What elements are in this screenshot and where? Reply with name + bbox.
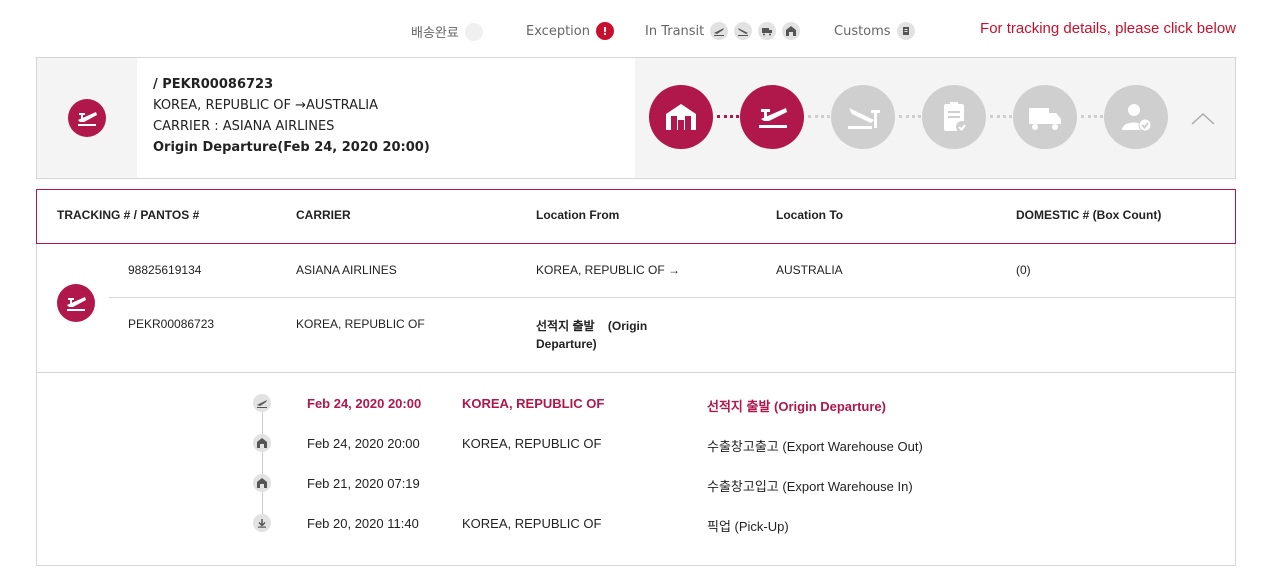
row1-location-to: AUSTRALIA bbox=[776, 263, 843, 277]
legend-in-transit-label: In Transit bbox=[645, 23, 705, 39]
warehouse-icon bbox=[253, 434, 271, 452]
table-header: TRACKING # / PANTOS # CARRIER Location F… bbox=[36, 189, 1236, 244]
section-divider bbox=[37, 372, 1235, 373]
row2-status-line2: Departure) bbox=[536, 337, 597, 351]
truck-icon bbox=[758, 22, 777, 40]
header-domestic: DOMESTIC # (Box Count) bbox=[1016, 208, 1162, 222]
row1-tracking[interactable]: 98825619134 bbox=[128, 263, 201, 277]
summary-carrier: CARRIER : ASIANA AIRLINES bbox=[153, 119, 335, 134]
row2-location: KOREA, REPUBLIC OF bbox=[296, 317, 425, 331]
customs-icon bbox=[896, 22, 915, 40]
legend-exception-label: Exception bbox=[526, 23, 590, 39]
legend-delivered-label: 배송완료 bbox=[411, 26, 459, 41]
plane-arrival-icon bbox=[734, 22, 753, 40]
plane-departure-icon bbox=[710, 22, 729, 40]
tracking-details-link[interactable]: For tracking details, please click below bbox=[980, 20, 1236, 37]
timeline-line bbox=[262, 412, 263, 522]
collapse-chevron-up-icon[interactable] bbox=[1189, 108, 1217, 128]
step-received-icon bbox=[1104, 85, 1168, 149]
step-connector bbox=[717, 115, 739, 119]
timeline-event: 수출창고입고 (Export Warehouse In) bbox=[707, 479, 913, 494]
shipment-summary[interactable]: / PEKR00086723 KOREA, REPUBLIC OF →AUSTR… bbox=[36, 57, 1236, 179]
plane-icon bbox=[253, 394, 271, 412]
step-delivery-icon bbox=[1013, 85, 1077, 149]
header-carrier: CARRIER bbox=[296, 208, 351, 222]
header-tracking: TRACKING # / PANTOS # bbox=[57, 208, 200, 222]
timeline-date: Feb 20, 2020 11:40 bbox=[307, 516, 419, 531]
header-location-to: Location To bbox=[776, 208, 844, 222]
step-arrival-icon bbox=[831, 85, 895, 149]
step-connector bbox=[899, 115, 921, 119]
step-connector bbox=[808, 115, 830, 119]
legend-delivered: 배송완료 bbox=[411, 22, 483, 41]
row1-carrier: ASIANA AIRLINES bbox=[296, 263, 397, 277]
summary-info: / PEKR00086723 KOREA, REPUBLIC OF →AUSTR… bbox=[137, 58, 635, 178]
timeline-date: Feb 24, 2020 20:00 bbox=[307, 436, 420, 451]
row2-pantos[interactable]: PEKR00086723 bbox=[128, 317, 214, 331]
plane-departure-icon bbox=[57, 284, 95, 322]
warehouse-icon bbox=[253, 474, 271, 492]
pickup-icon bbox=[253, 514, 271, 532]
row1-domestic: (0) bbox=[1016, 263, 1031, 277]
row-divider bbox=[109, 297, 1236, 298]
step-warehouse-icon bbox=[649, 85, 713, 149]
timeline-date: Feb 21, 2020 07:19 bbox=[307, 476, 420, 491]
legend-customs: Customs bbox=[834, 22, 915, 40]
progress-steps bbox=[649, 85, 1179, 151]
timeline-location: KOREA, REPUBLIC OF bbox=[462, 396, 605, 411]
timeline-date: Feb 24, 2020 20:00 bbox=[307, 396, 422, 411]
row1-location-from: KOREA, REPUBLIC OF → bbox=[536, 263, 681, 277]
summary-route: KOREA, REPUBLIC OF →AUSTRALIA bbox=[153, 98, 378, 113]
timeline-event: 선적지 출발 (Origin Departure) bbox=[707, 399, 886, 414]
header-location-from: Location From bbox=[536, 208, 620, 222]
legend-exception: Exception ! bbox=[526, 22, 614, 40]
legend-in-transit: In Transit bbox=[645, 22, 801, 40]
plane-departure-icon bbox=[68, 99, 106, 137]
step-connector bbox=[1081, 115, 1103, 119]
step-customs-icon bbox=[922, 85, 986, 149]
tracking-table: TRACKING # / PANTOS # CARRIER Location F… bbox=[36, 189, 1236, 566]
timeline-location: KOREA, REPUBLIC OF bbox=[462, 516, 602, 531]
legend-customs-label: Customs bbox=[834, 23, 891, 39]
row2-status-line1: 선적지 출발 (Origin bbox=[536, 319, 648, 333]
timeline-event: 픽업 (Pick-Up) bbox=[707, 519, 789, 534]
warehouse-icon bbox=[782, 22, 801, 40]
exception-icon: ! bbox=[595, 22, 614, 40]
step-departure-icon bbox=[740, 85, 804, 149]
timeline-event: 수출창고출고 (Export Warehouse Out) bbox=[707, 439, 923, 454]
summary-tracking-number: / PEKR00086723 bbox=[153, 77, 274, 92]
timeline-location: KOREA, REPUBLIC OF bbox=[462, 436, 602, 451]
delivered-icon bbox=[464, 22, 483, 41]
summary-icon-area bbox=[37, 58, 137, 178]
step-connector bbox=[990, 115, 1012, 119]
summary-status: Origin Departure(Feb 24, 2020 20:00) bbox=[153, 140, 430, 155]
